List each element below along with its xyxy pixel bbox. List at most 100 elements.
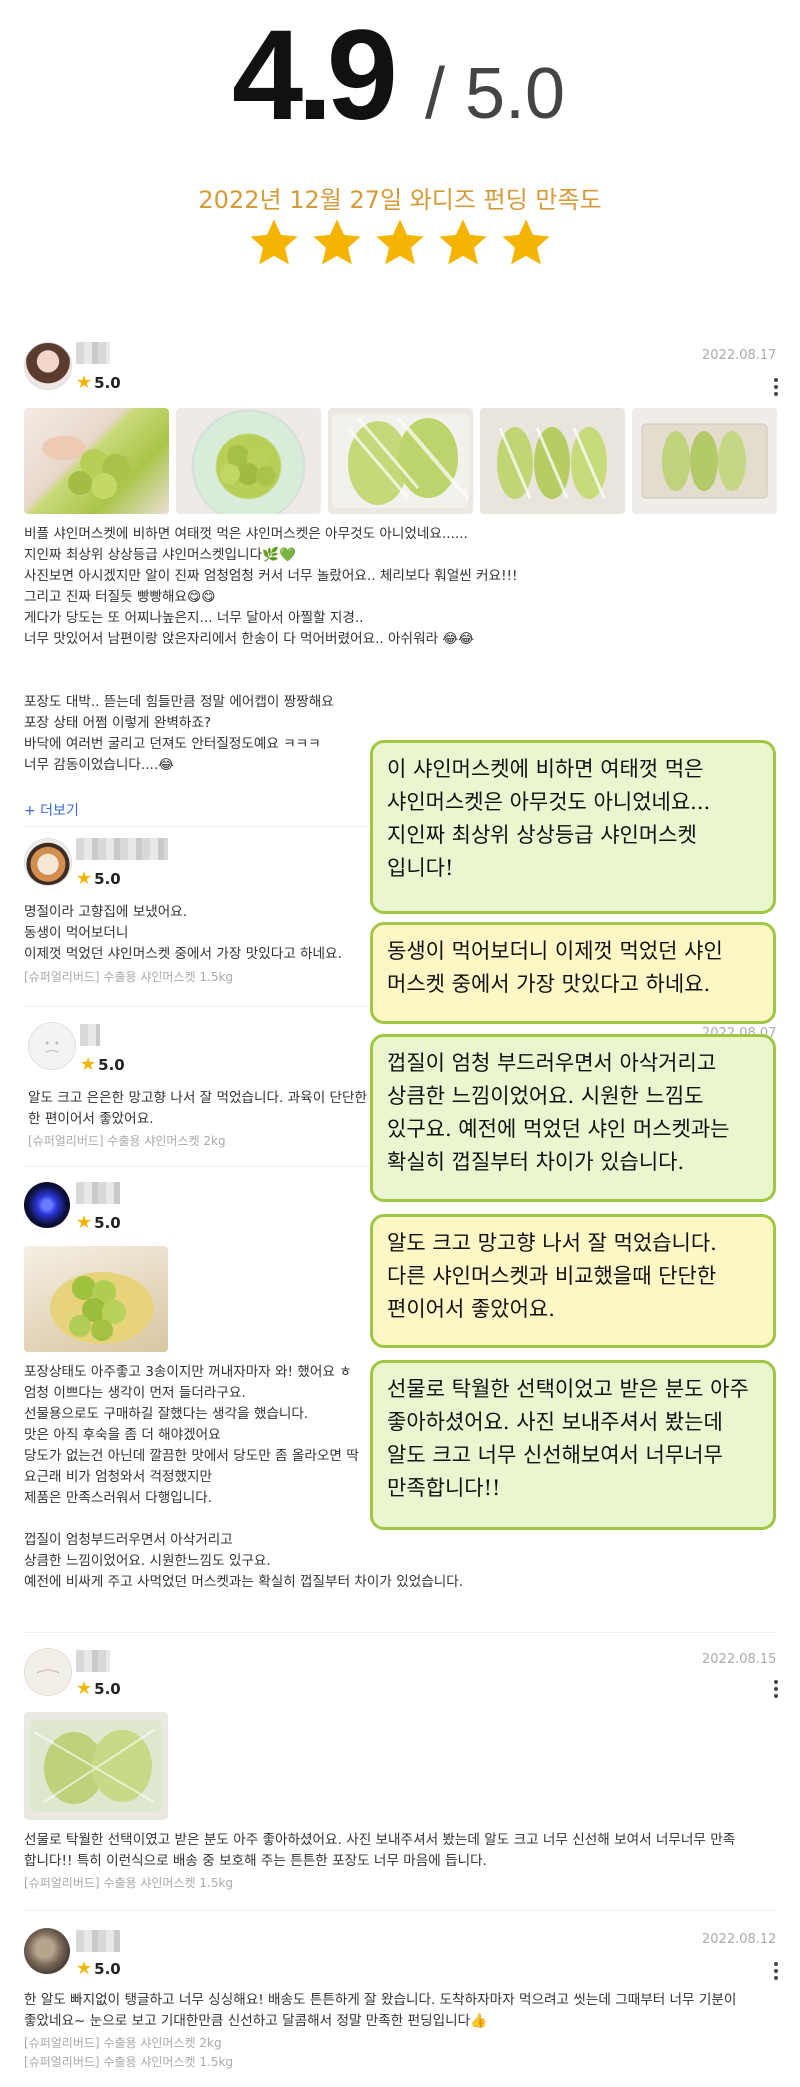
highlight-callout: 알도 크고 망고향 나서 잘 먹었습니다. 다른 샤인머스켓과 비교했을때 단단… xyxy=(370,1214,776,1348)
option-line: [슈퍼얼리버드] 수출용 샤인머스켓 1.5kg xyxy=(24,970,234,984)
review-line: 예전에 비싸게 주고 사먹었던 머스켓과는 확실히 껍질부터 차이가 있었습니다… xyxy=(24,1574,464,1590)
funding-satisfaction-title: 2022년 12월 27일 와디즈 펀딩 만족도 xyxy=(198,186,602,214)
review-photo[interactable] xyxy=(24,1712,168,1820)
review-line: 이제껏 먹었던 샤인머스켓 중에서 가장 맛있다고 하네요. xyxy=(24,946,342,962)
grape-image xyxy=(332,414,470,508)
review-line xyxy=(24,650,517,671)
review-rating: ★ 5.0 xyxy=(76,1212,121,1233)
option-info: [슈퍼얼리버드] 수출용 샤인머스켓 2kg xyxy=(28,1132,226,1151)
review-rating: ★ 5.0 xyxy=(76,1678,121,1699)
more-options-icon[interactable] xyxy=(774,1680,778,1701)
callout-line: 있구요. 예전에 먹었던 샤인 머스켓과는 xyxy=(387,1117,730,1141)
review-line: 선물로 탁월한 선택이였고 받은 분도 아주 좋아하셨어요. 사진 보내주셔서 … xyxy=(24,1832,736,1848)
callout-line: 다른 샤인머스켓과 비교했을때 단단한 xyxy=(387,1264,717,1288)
review-photo[interactable] xyxy=(632,408,777,514)
review-line: 그리고 진짜 터질듯 빵빵해요😋😋 xyxy=(24,589,216,605)
highlight-callout: 동생이 먹어보더니 이제껏 먹었던 샤인 머스켓 중에서 가장 맛있다고 하네요… xyxy=(370,922,776,1024)
logo-avatar-icon xyxy=(36,1669,60,1674)
review-photo[interactable] xyxy=(176,408,321,514)
rating-value: 5.0 xyxy=(94,1960,121,1978)
more-options-icon[interactable] xyxy=(774,378,778,399)
review-text: 비플 샤인머스켓에 비하면 여태껏 먹은 샤인머스켓은 아무것도 아니었네요..… xyxy=(24,524,517,776)
review-text: 알도 크고 은은한 망고향 나서 잘 먹었습니다. 과육이 단단한 한 편이어서… xyxy=(28,1088,367,1130)
reviewer-name-blurred xyxy=(76,342,110,364)
callout-line: 선물로 탁월한 선택이었고 받은 분도 아주 xyxy=(387,1377,749,1401)
callout-line: 확실히 껍질부터 차이가 있습니다. xyxy=(387,1150,685,1174)
callout-line: 만족합니다!! xyxy=(387,1476,501,1500)
rating-value: 5.0 xyxy=(98,1056,125,1074)
review-line: 게다가 당도는 또 어찌나높은지... 너무 달아서 아찔할 지경.. xyxy=(24,610,364,626)
review-photo[interactable] xyxy=(328,408,473,514)
default-avatar-icon xyxy=(45,1041,59,1053)
callout-line: 편이어서 좋았어요. xyxy=(387,1297,555,1321)
reviewer-name-blurred xyxy=(80,1024,100,1046)
grape-image xyxy=(497,427,607,499)
review-date: 2022.08.17 xyxy=(702,348,777,363)
review-line: 사진보면 아시겠지만 알이 진짜 엄청엄청 커서 너무 놀랐어요.. 체리보다 … xyxy=(24,568,518,584)
highlight-callout: 껍질이 엄청 부드러우면서 아삭거리고 상큼한 느낌이었어요. 시원한 느낌도 … xyxy=(370,1034,776,1202)
grape-image xyxy=(50,1272,154,1344)
option-line: [슈퍼얼리버드] 수출용 샤인머스켓 1.5kg xyxy=(24,1876,234,1890)
option-line: [슈퍼얼리버드] 수출용 샤인머스켓 2kg xyxy=(24,2036,222,2050)
highlight-callout: 이 샤인머스켓에 비하면 여태껏 먹은 샤인머스켓은 아무것도 아니었네요...… xyxy=(370,740,776,914)
review-rating: ★ 5.0 xyxy=(76,1958,121,1979)
divider xyxy=(24,1632,776,1633)
rating-stars xyxy=(0,216,800,274)
divider xyxy=(24,1910,776,1911)
review-rating: ★ 5.0 xyxy=(76,868,121,889)
review-text: 선물로 탁월한 선택이였고 받은 분도 아주 좋아하셨어요. 사진 보내주셔서 … xyxy=(24,1830,735,1872)
callout-line: 지인짜 최상위 상상등급 샤인머스켓 xyxy=(387,823,697,847)
review-line xyxy=(24,671,517,692)
callout-line: 이 샤인머스켓에 비하면 여태껏 먹은 xyxy=(387,757,704,781)
review-photo[interactable] xyxy=(24,1246,168,1352)
review-line: 지인짜 최상위 상상등급 샤인머스켓입니다🌿💚 xyxy=(24,547,296,563)
callout-line: 샤인머스켓은 아무것도 아니었네요... xyxy=(387,790,711,814)
option-info: [슈퍼얼리버드] 수출용 샤인머스켓 1.5kg xyxy=(24,1874,233,1893)
option-info: [슈퍼얼리버드] 수출용 샤인머스켓 1.5kg xyxy=(24,968,233,987)
review-line: 포장도 대박.. 뜯는데 힘들만큼 정말 에어캡이 짱짱해요 xyxy=(24,694,334,710)
review-line: 상큼한 느낌이었어요. 시원한느낌도 있구요. xyxy=(24,1553,271,1569)
grape-image xyxy=(42,436,130,499)
grape-image xyxy=(641,423,768,499)
reviewer-name-blurred xyxy=(76,838,168,860)
average-score: 4.9 xyxy=(232,4,398,147)
review-date: 2022.08.12 xyxy=(702,1932,777,1947)
highlight-callout: 선물로 탁월한 선택이었고 받은 분도 아주 좋아하셨어요. 사진 보내주셔서 … xyxy=(370,1360,776,1530)
review-line: 껍질이 엄청부드러우면서 아삭거리고 xyxy=(24,1532,233,1548)
review-line: 알도 크고 은은한 망고향 나서 잘 먹었습니다. 과육이 단단한 xyxy=(28,1090,368,1106)
rating-value: 5.0 xyxy=(94,1680,121,1698)
avatar[interactable] xyxy=(24,838,72,886)
review-line: 한 편이어서 좋았어요. xyxy=(28,1111,154,1127)
review-text: 한 알도 빠지없이 탱글하고 너무 싱싱해요! 배송도 튼튼하게 잘 왔습니다.… xyxy=(24,1990,736,2032)
star-icon: ★ xyxy=(76,1678,93,1699)
avatar[interactable] xyxy=(24,1648,72,1696)
star-icon xyxy=(250,219,298,265)
reviewer-name-blurred xyxy=(76,1650,110,1672)
review-photo[interactable] xyxy=(480,408,625,514)
score-max: / 5.0 xyxy=(425,54,566,134)
review-line: 포장 상태 어쩜 이렇게 완벽하죠? xyxy=(24,715,212,731)
avatar[interactable] xyxy=(24,342,72,390)
star-icon xyxy=(439,219,487,265)
star-icon: ★ xyxy=(76,868,93,889)
callout-line: 상큼한 느낌이었어요. 시원한 느낌도 xyxy=(387,1084,704,1108)
review-rating: ★ 5.0 xyxy=(76,372,121,393)
read-more-link[interactable]: + 더보기 xyxy=(24,800,79,820)
review-rating: ★ 5.0 xyxy=(80,1054,125,1075)
review-text: 명절이라 고향집에 보냈어요. 동생이 먹어보더니 이제껏 먹었던 샤인머스켓 … xyxy=(24,902,342,965)
review-line: 동생이 먹어보더니 xyxy=(24,925,129,941)
rating-value: 5.0 xyxy=(94,1214,121,1232)
star-icon xyxy=(376,219,424,265)
avatar[interactable] xyxy=(24,1182,70,1228)
review-line: 합니다!! 특히 이런식으로 배송 중 보호해 주는 튼튼한 포장도 너무 마음… xyxy=(24,1853,487,1869)
option-line: [슈퍼얼리버드] 수출용 샤인머스켓 2kg xyxy=(28,1134,226,1148)
rating-value: 5.0 xyxy=(94,374,121,392)
star-icon: ★ xyxy=(76,1958,93,1979)
grape-image xyxy=(220,445,276,486)
more-options-icon[interactable] xyxy=(774,1962,778,1983)
review-line: 너무 맛있어서 남편이랑 앉은자리에서 한송이 다 먹어버렸어요.. 아쉬워라 … xyxy=(24,631,475,647)
review-photo[interactable] xyxy=(24,408,169,514)
avatar[interactable] xyxy=(24,1928,70,1974)
callout-line: 좋아하셨어요. 사진 보내주셔서 봤는데 xyxy=(387,1410,723,1434)
avatar[interactable] xyxy=(28,1022,76,1070)
